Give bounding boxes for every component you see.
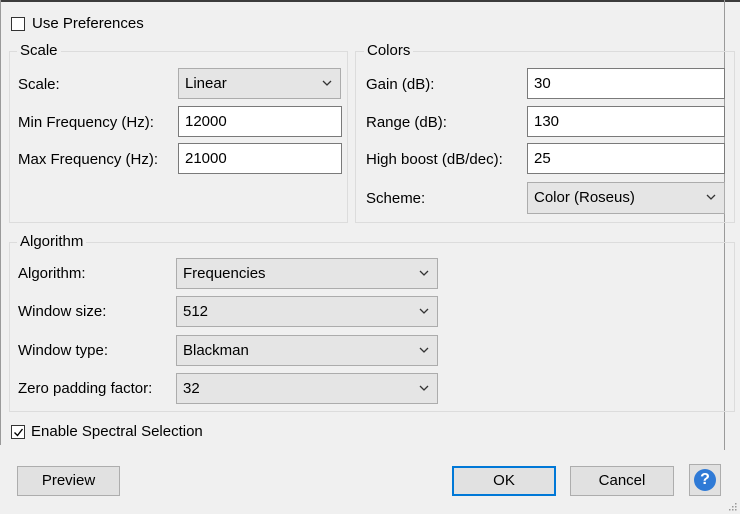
max-frequency-label: Max Frequency (Hz):	[18, 151, 159, 168]
use-preferences-checkbox[interactable]	[11, 17, 25, 31]
min-frequency-input[interactable]: 12000	[178, 106, 342, 137]
window-type-dropdown-value: Blackman	[183, 342, 249, 359]
chevron-down-icon	[419, 385, 429, 391]
algorithm-dropdown-value: Frequencies	[183, 265, 266, 282]
enable-spectral-selection-label: Enable Spectral Selection	[31, 423, 203, 440]
scheme-dropdown-value: Color (Roseus)	[534, 189, 635, 206]
zero-padding-label: Zero padding factor:	[18, 380, 153, 397]
use-preferences-label: Use Preferences	[32, 15, 144, 32]
chevron-down-icon	[322, 80, 332, 86]
chevron-down-icon	[419, 308, 429, 314]
scale-dropdown[interactable]: Linear	[178, 68, 341, 99]
gain-input[interactable]: 30	[527, 68, 725, 99]
scheme-label: Scheme:	[366, 190, 426, 207]
scale-label: Scale:	[18, 76, 60, 93]
window-type-dropdown[interactable]: Blackman	[176, 335, 438, 366]
checkmark-icon	[14, 428, 24, 437]
scale-dropdown-value: Linear	[185, 75, 227, 92]
min-frequency-label: Min Frequency (Hz):	[18, 114, 154, 131]
scheme-dropdown[interactable]: Color (Roseus)	[527, 182, 725, 214]
high-boost-input[interactable]: 25	[527, 143, 725, 174]
chevron-down-icon	[419, 347, 429, 353]
preview-button[interactable]: Preview	[17, 466, 120, 496]
enable-spectral-selection-checkbox[interactable]	[11, 425, 25, 439]
range-label: Range (dB):	[366, 114, 447, 131]
window-size-dropdown-value: 512	[183, 303, 209, 320]
resize-grip-icon[interactable]	[729, 503, 737, 511]
help-icon: ?	[694, 469, 716, 491]
chevron-down-icon	[419, 270, 429, 276]
algorithm-dropdown[interactable]: Frequencies	[176, 258, 438, 289]
scale-group-legend: Scale	[17, 42, 61, 60]
gain-label: Gain (dB):	[366, 76, 435, 93]
ok-button[interactable]: OK	[452, 466, 556, 496]
algorithm-label: Algorithm:	[18, 265, 86, 282]
colors-group-legend: Colors	[364, 42, 414, 60]
window-type-label: Window type:	[18, 342, 109, 359]
zero-padding-dropdown-value: 32	[183, 380, 200, 397]
zero-padding-dropdown[interactable]: 32	[176, 373, 438, 404]
window-size-label: Window size:	[18, 303, 107, 320]
max-frequency-input[interactable]: 21000	[178, 143, 342, 174]
algorithm-group-legend: Algorithm	[17, 233, 87, 251]
range-input[interactable]: 130	[527, 106, 725, 137]
window-size-dropdown[interactable]: 512	[176, 296, 438, 327]
chevron-down-icon	[706, 194, 716, 200]
high-boost-label: High boost (dB/dec):	[366, 151, 503, 168]
window-top-border	[0, 0, 740, 2]
window-left-border	[0, 0, 1, 445]
cancel-button[interactable]: Cancel	[570, 466, 674, 496]
help-button[interactable]: ?	[689, 464, 721, 496]
